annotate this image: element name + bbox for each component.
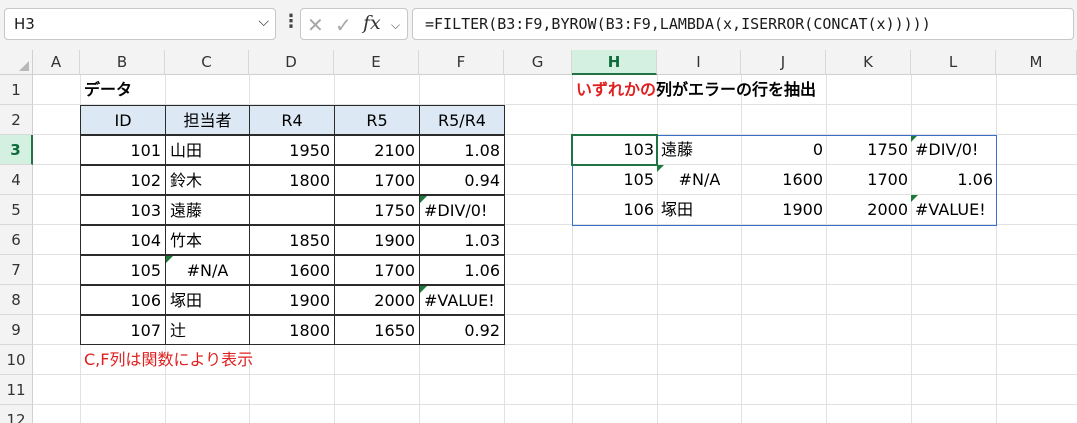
table-cell[interactable]: 104 bbox=[80, 225, 166, 255]
table-cell-error[interactable]: #DIV/0! bbox=[419, 195, 505, 225]
table-cell[interactable] bbox=[249, 195, 335, 225]
gridline-vertical bbox=[996, 75, 997, 423]
table-cell[interactable]: 塚田 bbox=[165, 285, 250, 315]
gridline-vertical bbox=[657, 75, 658, 423]
header-r5[interactable]: R5 bbox=[334, 105, 420, 135]
table-cell[interactable]: 106 bbox=[80, 285, 166, 315]
row-header-5[interactable]: 5 bbox=[0, 195, 33, 225]
table-cell[interactable]: 1850 bbox=[249, 225, 335, 255]
insert-function-icon[interactable]: fx bbox=[363, 12, 381, 34]
header-id[interactable]: ID bbox=[80, 105, 166, 135]
table-cell[interactable]: 1.06 bbox=[419, 255, 505, 285]
row-header-3[interactable]: 3 bbox=[0, 135, 33, 165]
more-options-icon[interactable]: ⋮ bbox=[282, 11, 300, 32]
column-header-e[interactable]: E bbox=[334, 50, 419, 75]
column-header-j[interactable]: J bbox=[741, 50, 826, 75]
row-header-12[interactable]: 12 bbox=[0, 405, 33, 423]
column-header-b[interactable]: B bbox=[80, 50, 165, 75]
name-box[interactable]: H3 ⌵ bbox=[4, 8, 276, 40]
table-cell[interactable]: 1600 bbox=[249, 255, 335, 285]
row-header-11[interactable]: 11 bbox=[0, 375, 33, 405]
row-header-1[interactable]: 1 bbox=[0, 75, 33, 105]
table-cell[interactable]: 105 bbox=[80, 255, 166, 285]
column-header-i[interactable]: I bbox=[657, 50, 741, 75]
table-cell[interactable]: 1800 bbox=[249, 165, 335, 195]
column-header-h[interactable]: H bbox=[572, 50, 657, 75]
table-cell[interactable]: 辻 bbox=[165, 315, 250, 345]
column-header-f[interactable]: F bbox=[419, 50, 504, 75]
row-header-6[interactable]: 6 bbox=[0, 225, 33, 255]
enter-check-icon[interactable]: ✓ bbox=[335, 13, 352, 37]
right-title: いずれかの列がエラーの行を抽出 bbox=[572, 75, 892, 105]
gridline-vertical bbox=[826, 75, 827, 423]
table-cell[interactable]: 103 bbox=[80, 195, 166, 225]
select-all-button[interactable] bbox=[0, 50, 33, 75]
header-person[interactable]: 担当者 bbox=[165, 105, 250, 135]
gridline-horizontal bbox=[33, 404, 1077, 405]
right-title-highlight: いずれかの bbox=[576, 80, 657, 99]
table-cell[interactable]: 101 bbox=[80, 135, 166, 165]
gridline-vertical bbox=[741, 75, 742, 423]
right-title-rest: 列がエラーの行を抽出 bbox=[656, 80, 817, 99]
table-cell[interactable]: 1700 bbox=[334, 255, 420, 285]
column-header-c[interactable]: C bbox=[165, 50, 249, 75]
table-cell[interactable]: 107 bbox=[80, 315, 166, 345]
formula-buttons: ✕ ✓ fx ⌵ bbox=[300, 8, 408, 40]
table-cell[interactable]: 1900 bbox=[334, 225, 420, 255]
table-cell[interactable]: 2000 bbox=[334, 285, 420, 315]
gridline-vertical bbox=[911, 75, 912, 423]
table-cell[interactable]: 0.94 bbox=[419, 165, 505, 195]
table-cell[interactable]: 1.08 bbox=[419, 135, 505, 165]
row-header-4[interactable]: 4 bbox=[0, 165, 33, 195]
table-cell[interactable]: 1700 bbox=[334, 165, 420, 195]
header-ratio[interactable]: R5/R4 bbox=[419, 105, 505, 135]
header-r4[interactable]: R4 bbox=[249, 105, 335, 135]
formula-bar: H3 ⌵ ⋮ ✕ ✓ fx ⌵ =FILTER(B3:F9,BYROW(B3:F… bbox=[0, 0, 1077, 50]
table-cell[interactable]: 1750 bbox=[334, 195, 420, 225]
name-box-value: H3 bbox=[14, 15, 35, 33]
table-cell[interactable]: 遠藤 bbox=[165, 195, 250, 225]
table-cell[interactable]: 1650 bbox=[334, 315, 420, 345]
table-cell[interactable]: 1.03 bbox=[419, 225, 505, 255]
table-cell[interactable]: 鈴木 bbox=[165, 165, 250, 195]
chevron-down-icon[interactable]: ⌵ bbox=[258, 14, 269, 30]
formula-text: =FILTER(B3:F9,BYROW(B3:F9,LAMBDA(x,ISERR… bbox=[425, 15, 931, 33]
formula-input[interactable]: =FILTER(B3:F9,BYROW(B3:F9,LAMBDA(x,ISERR… bbox=[412, 8, 1074, 40]
table-cell[interactable]: 山田 bbox=[165, 135, 250, 165]
column-header-a[interactable]: A bbox=[33, 50, 80, 75]
table-cell-error[interactable]: #N/A bbox=[165, 255, 250, 285]
row-header-7[interactable]: 7 bbox=[0, 255, 33, 285]
note-text: C,F列は関数により表示 bbox=[84, 350, 254, 369]
active-cell-selection[interactable] bbox=[571, 134, 658, 166]
table-cell[interactable]: 102 bbox=[80, 165, 166, 195]
chevron-down-icon[interactable]: ⌵ bbox=[391, 18, 400, 33]
row-header-8[interactable]: 8 bbox=[0, 285, 33, 315]
column-header-d[interactable]: D bbox=[249, 50, 334, 75]
table-cell[interactable]: 1900 bbox=[249, 285, 335, 315]
worksheet-grid[interactable]: ABCDEFGHIJKLM 1 2 3 4 5 6 7 8 9 10 11 12 データ ID 担当者… bbox=[0, 50, 1077, 423]
left-title: データ bbox=[84, 80, 133, 99]
table-cell-error[interactable]: #VALUE! bbox=[419, 285, 505, 315]
table-cell[interactable]: 1800 bbox=[249, 315, 335, 345]
row-header-10[interactable]: 10 bbox=[0, 345, 33, 375]
table-cell[interactable]: 2100 bbox=[334, 135, 420, 165]
row-header-9[interactable]: 9 bbox=[0, 315, 33, 345]
column-header-k[interactable]: K bbox=[826, 50, 911, 75]
gridline-vertical bbox=[572, 75, 573, 423]
column-header-g[interactable]: G bbox=[504, 50, 572, 75]
table-cell[interactable]: 1950 bbox=[249, 135, 335, 165]
column-header-m[interactable]: M bbox=[996, 50, 1077, 75]
column-header-l[interactable]: L bbox=[911, 50, 996, 75]
row-header-2[interactable]: 2 bbox=[0, 105, 33, 135]
table-cell[interactable]: 0.92 bbox=[419, 315, 505, 345]
table-cell[interactable]: 竹本 bbox=[165, 225, 250, 255]
cancel-icon[interactable]: ✕ bbox=[307, 13, 324, 37]
